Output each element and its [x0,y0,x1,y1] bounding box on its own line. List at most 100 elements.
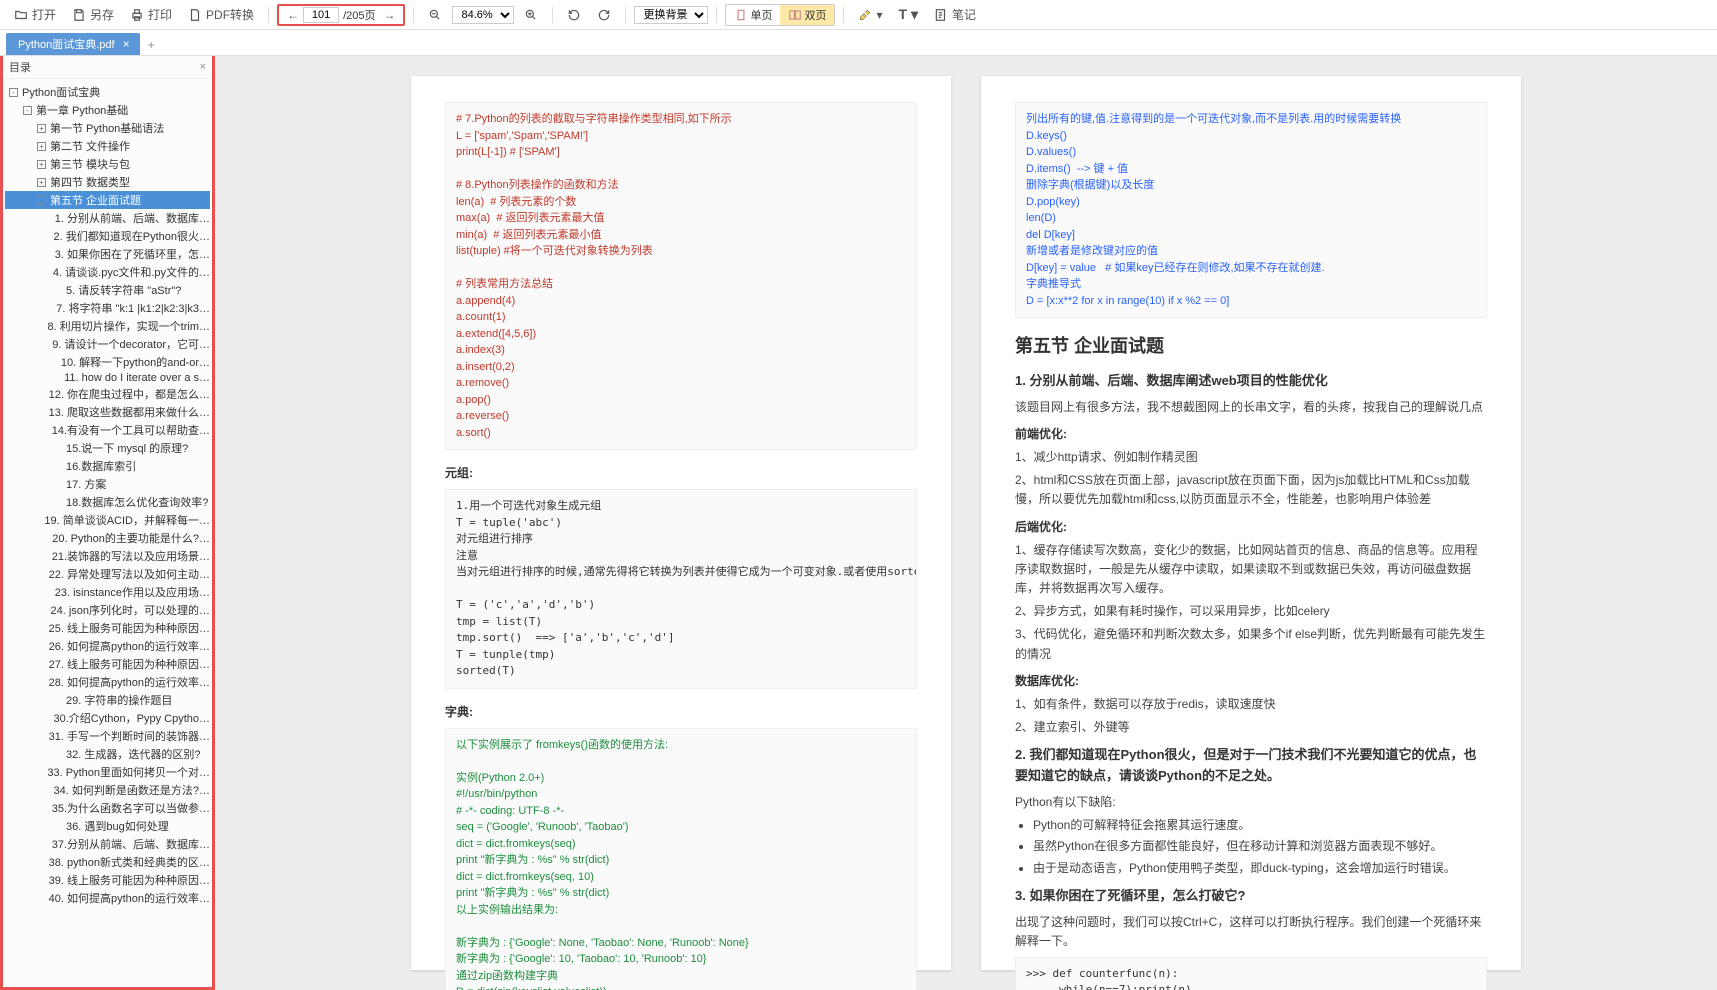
next-page-button[interactable]: → [379,8,399,22]
outline-label: 28. 如何提高python的运行效率… [49,674,210,690]
double-page-button[interactable]: 双页 [780,5,834,25]
tree-twisty-icon[interactable]: - [23,106,32,115]
folder-icon [14,8,28,22]
code-block-list-ops: # 7.Python的列表的截取与字符串操作类型相同,如下所示 L = ['sp… [445,102,917,450]
outline-question[interactable]: 26. 如何提高python的运行效率… [5,637,210,655]
outline-question[interactable]: 39. 线上服务可能因为种种原因… [5,871,210,889]
list-item: 虽然Python在很多方面都性能良好，但在移动计算和浏览器方面表现不够好。 [1033,837,1487,856]
outline-question[interactable]: 5. 请反转字符串 "aStr"? [5,281,210,299]
outline-question[interactable]: 31. 手写一个判断时间的装饰器… [5,727,210,745]
outline-question[interactable]: 29. 字符串的操作题目 [5,691,210,709]
outline-section[interactable]: +第四节 数据类型 [5,173,210,191]
outline-question[interactable]: 4. 请谈谈.pyc文件和.py文件的… [5,263,210,281]
outline-question[interactable]: 23. isinstance作用以及应用场… [5,583,210,601]
outline-root[interactable]: -Python面试宝典 [5,83,210,101]
outline-label: 1. 分别从前端、后端、数据库… [55,210,210,226]
outline-question[interactable]: 32. 生成器，迭代器的区别? [5,745,210,763]
outline-question[interactable]: 18.数据库怎么优化查询效率? [5,493,210,511]
outline-section[interactable]: +第三节 模块与包 [5,155,210,173]
outline-label: 32. 生成器，迭代器的区别? [66,746,200,762]
outline-question[interactable]: 17. 方案 [5,475,210,493]
list-item: 由于是动态语言，Python使用鸭子类型，即duck-typing，这会增加运行… [1033,859,1487,878]
outline-question[interactable]: 22. 异常处理写法以及如何主动… [5,565,210,583]
tree-twisty-icon[interactable]: + [37,178,46,187]
outline-question[interactable]: 13. 爬取这些数据都用来做什么… [5,403,210,421]
outline-question[interactable]: 10. 解释一下python的and-or… [5,353,210,371]
outline-tree[interactable]: -Python面试宝典-第一章 Python基础+第一节 Python基础语法+… [3,79,212,987]
outline-question[interactable]: 11. how do I iterate over a s… [5,371,210,385]
close-outline-icon[interactable]: × [200,61,206,73]
tree-twisty-icon[interactable]: - [37,196,46,205]
outline-question[interactable]: 35.为什么函数名字可以当做参… [5,799,210,817]
outline-label: 26. 如何提高python的运行效率… [49,638,210,654]
outline-label: 5. 请反转字符串 "aStr"? [66,282,181,298]
outline-question[interactable]: 15.说一下 mysql 的原理? [5,439,210,457]
document-viewer[interactable]: # 7.Python的列表的截取与字符串操作类型相同,如下所示 L = ['sp… [215,56,1717,990]
tree-twisty-icon[interactable]: + [37,142,46,151]
outline-label: 第一章 Python基础 [36,102,128,118]
outline-question[interactable]: 25. 线上服务可能因为种种原因… [5,619,210,637]
outline-question[interactable]: 8. 利用切片操作，实现一个trim… [5,317,210,335]
outline-question[interactable]: 37.分别从前端、后端、数据库… [5,835,210,853]
outline-question[interactable]: 20. Python的主要功能是什么?… [5,529,210,547]
dict-heading: 字典: [445,703,917,722]
tuple-heading: 元组: [445,464,917,483]
zoom-select[interactable]: 84.6% [452,6,514,24]
outline-question[interactable]: 38. python新式类和经典类的区… [5,853,210,871]
outline-section[interactable]: +第二节 文件操作 [5,137,210,155]
rotate-left-button[interactable] [561,6,587,24]
q1-db-item: 1、如有条件，数据可以存放于redis，读取速度快 [1015,695,1487,714]
prev-page-button[interactable]: ← [283,8,303,22]
outline-question[interactable]: 30.介绍Cython，Pypy Cpytho… [5,709,210,727]
outline-question[interactable]: 12. 你在爬虫过程中，都是怎么… [5,385,210,403]
outline-question[interactable]: 14.有没有一个工具可以帮助查… [5,421,210,439]
zoom-out-button[interactable] [422,6,448,24]
outline-question[interactable]: 36. 遇到bug如何处理 [5,817,210,835]
note-button[interactable]: 笔记 [928,4,982,25]
main-toolbar: 打开 另存 打印 PDF转换 ← /205页 → 84.6% 更换背景 单页 双… [0,0,1717,30]
tree-twisty-icon[interactable]: + [37,160,46,169]
add-tab-button[interactable]: + [140,35,163,55]
page-current-input[interactable] [303,7,339,23]
outline-question[interactable]: 34. 如何判断是函数还是方法?… [5,781,210,799]
pdf-convert-button[interactable]: PDF转换 [182,4,260,25]
outline-question[interactable]: 2. 我们都知道现在Python很火… [5,227,210,245]
zoom-out-icon [428,8,442,22]
outline-chapter[interactable]: -第一章 Python基础 [5,101,210,119]
outline-question[interactable]: 28. 如何提高python的运行效率… [5,673,210,691]
outline-label: 13. 爬取这些数据都用来做什么… [49,404,210,420]
outline-label: 22. 异常处理写法以及如何主动… [49,566,210,582]
outline-question[interactable]: 40. 如何提高python的运行效率… [5,889,210,907]
open-button[interactable]: 打开 [8,4,62,25]
outline-question[interactable]: 21.装饰器的写法以及应用场景… [5,547,210,565]
save-button[interactable]: 另存 [66,4,120,25]
change-bg-select[interactable]: 更换背景 [634,6,708,24]
tree-twisty-icon[interactable]: - [9,88,18,97]
outline-label: 29. 字符串的操作题目 [66,692,172,708]
outline-question[interactable]: 16.数据库索引 [5,457,210,475]
highlight-button[interactable]: ▾ [852,6,888,24]
rotate-right-icon [597,8,611,22]
outline-question[interactable]: 1. 分别从前端、后端、数据库… [5,209,210,227]
outline-question[interactable]: 33. Python里面如何拷贝一个对… [5,763,210,781]
outline-question[interactable]: 24. json序列化时，可以处理的… [5,601,210,619]
close-tab-icon[interactable]: × [123,37,130,51]
outline-question[interactable]: 3. 如果你困在了死循环里，怎… [5,245,210,263]
outline-title: 目录 [9,59,31,75]
single-page-button[interactable]: 单页 [726,5,780,25]
outline-section[interactable]: -第五节 企业面试题 [5,191,210,209]
tree-twisty-icon[interactable]: + [37,124,46,133]
rotate-right-button[interactable] [591,6,617,24]
outline-question[interactable]: 19. 简单谈谈ACID，并解释每一… [5,511,210,529]
outline-section[interactable]: +第一节 Python基础语法 [5,119,210,137]
print-button[interactable]: 打印 [124,4,178,25]
text-tool-button[interactable]: T ▾ [893,4,924,25]
zoom-in-button[interactable] [518,6,544,24]
outline-label: 37.分别从前端、后端、数据库… [52,836,210,852]
outline-label: 20. Python的主要功能是什么?… [52,530,210,546]
save-icon [72,8,86,22]
file-tab[interactable]: Python面试宝典.pdf × [6,33,140,55]
outline-question[interactable]: 7. 将字符串 "k:1 |k1:2|k2:3|k3… [5,299,210,317]
outline-question[interactable]: 27. 线上服务可能因为种种原因… [5,655,210,673]
outline-question[interactable]: 9. 请设计一个decorator，它可… [5,335,210,353]
